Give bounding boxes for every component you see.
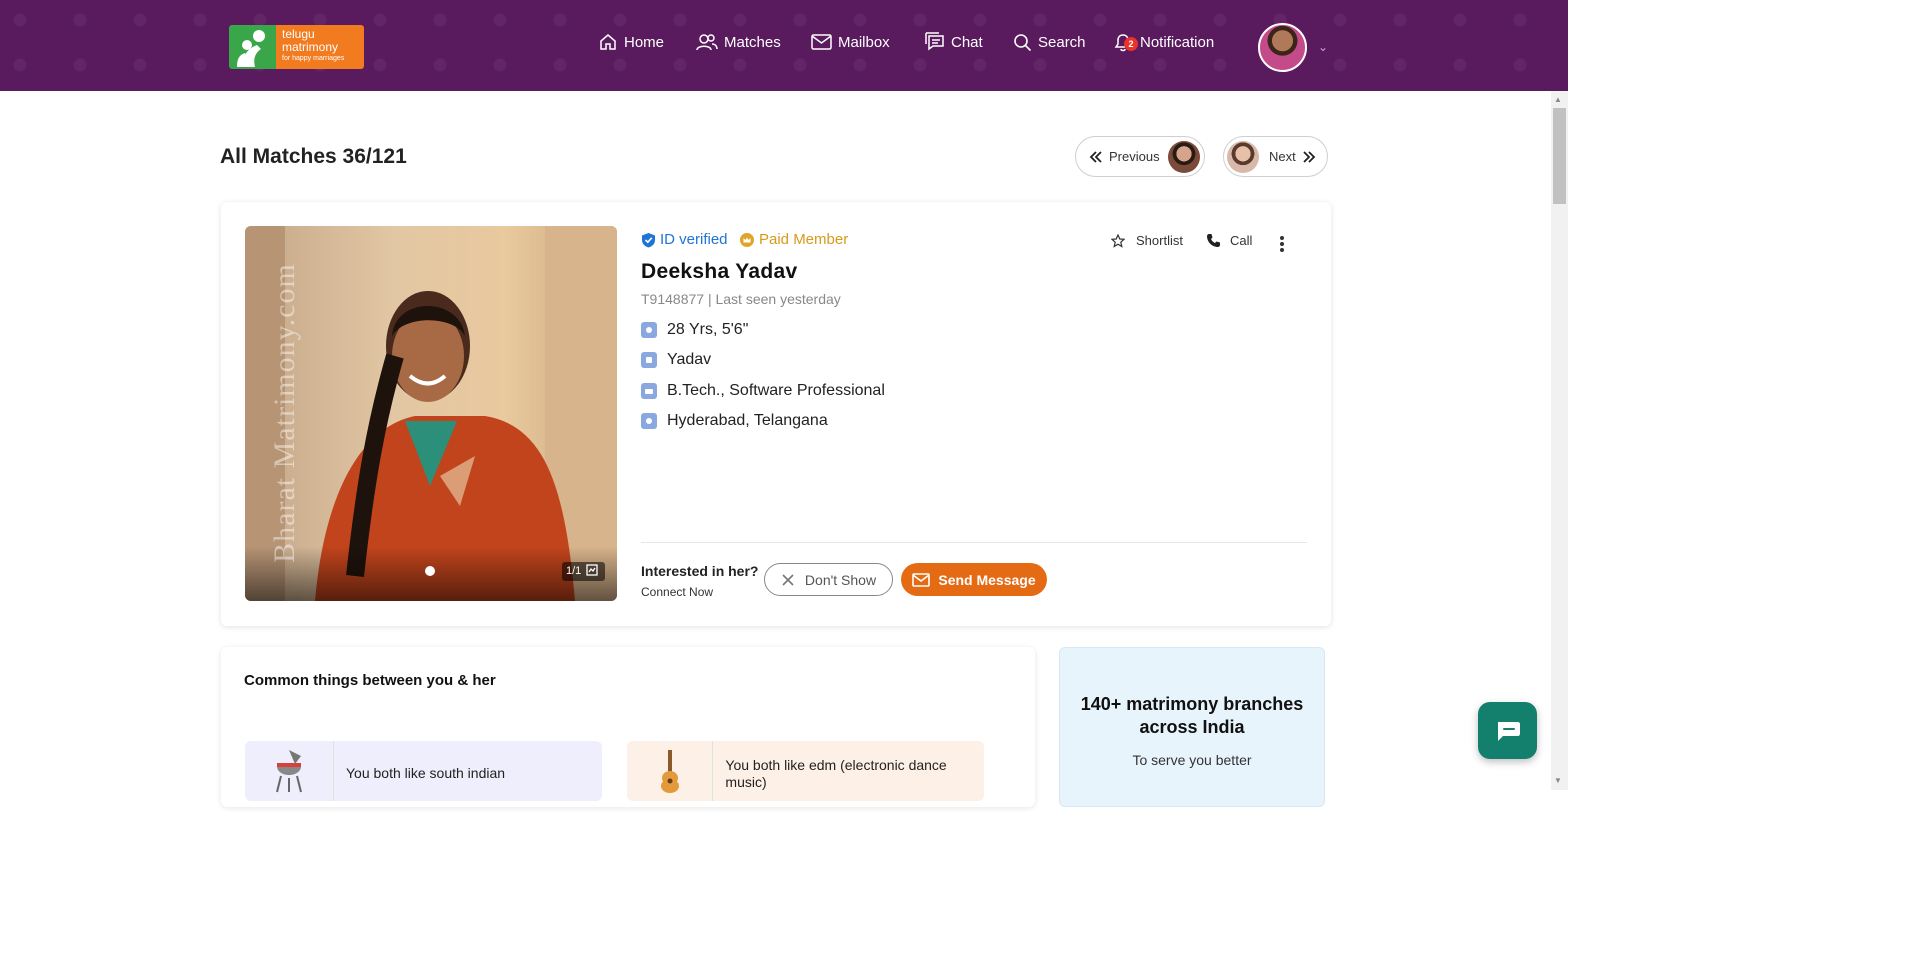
next-button[interactable]: Next: [1223, 136, 1328, 177]
nav-home-label: Home: [624, 33, 665, 51]
education-row: B.Tech., Software Professional: [641, 382, 885, 400]
logo-line2: matrimony: [282, 40, 339, 54]
common-item-music-text: You both like edm (electronic dance musi…: [725, 757, 947, 790]
paid-member-badge: Paid Member: [740, 231, 848, 248]
community-icon: [641, 352, 657, 368]
scroll-down-arrow-icon[interactable]: ▼: [1554, 776, 1562, 785]
connect-now-text: Connect Now: [641, 585, 714, 599]
branches-title: 140+ matrimony branches across India: [1080, 694, 1304, 737]
education-text: B.Tech., Software Professional: [667, 382, 885, 399]
dont-show-label: Don't Show: [804, 571, 877, 588]
previous-button[interactable]: Previous: [1075, 136, 1205, 177]
call-button[interactable]: Call: [1206, 233, 1252, 248]
age-height-row: 28 Yrs, 5'6": [641, 321, 748, 339]
profile-name: Deeksha Yadav: [641, 260, 798, 283]
next-profile-thumbnail: [1227, 140, 1259, 173]
logo-mark: [229, 25, 276, 69]
more-vertical-icon: [1280, 236, 1284, 252]
nav-search-label: Search: [1038, 33, 1086, 51]
expand-icon: [586, 564, 599, 576]
common-item-food: You both like south indian: [245, 741, 602, 801]
grill-icon: [245, 741, 334, 801]
nav-chat-label: Chat: [951, 33, 983, 51]
nav-notification[interactable]: 2 Notification: [1112, 29, 1214, 55]
chat-widget-button[interactable]: [1478, 702, 1537, 759]
double-chevron-right-icon: [1303, 150, 1316, 163]
users-icon: [696, 34, 718, 51]
paid-member-label: Paid Member: [759, 231, 849, 248]
guitar-icon: [627, 741, 714, 801]
common-item-food-text: You both like south indian: [346, 765, 506, 781]
nav-mailbox-label: Mailbox: [838, 33, 890, 51]
nav-home[interactable]: Home: [598, 29, 664, 55]
location-row: Hyderabad, Telangana: [641, 412, 828, 430]
scroll-up-arrow-icon[interactable]: ▲: [1554, 95, 1562, 104]
phone-icon: [1207, 234, 1220, 247]
logo-text: telugu matrimony for happy marriages: [276, 25, 364, 69]
chevron-down-icon[interactable]: ⌄: [1318, 40, 1328, 54]
photo-watermark: Bharat Matrimony.com: [267, 263, 301, 563]
previous-label: Previous: [1109, 149, 1160, 164]
common-item-music: You both like edm (electronic dance musi…: [627, 741, 984, 801]
nav-chat[interactable]: Chat: [924, 29, 983, 55]
card-divider: [641, 542, 1307, 543]
age-height-text: 28 Yrs, 5'6": [667, 321, 749, 338]
verified-shield-icon: [642, 232, 655, 247]
community-text: Yadav: [667, 351, 712, 368]
send-message-button[interactable]: Send Message: [901, 563, 1047, 596]
call-label: Call: [1230, 233, 1253, 248]
common-things-title: Common things between you & her: [244, 672, 496, 689]
carousel-dot[interactable]: [425, 566, 435, 576]
double-chevron-left-icon: [1089, 150, 1102, 163]
nav-matches-label: Matches: [724, 33, 781, 51]
photo-counter-label: 1/1: [566, 565, 582, 577]
page-title: All Matches 36/121: [220, 145, 407, 168]
profile-meta: T9148877 | Last seen yesterday: [641, 291, 841, 307]
chat-icon: [925, 32, 944, 51]
send-message-label: Send Message: [938, 571, 1036, 588]
dont-show-button[interactable]: Don't Show: [764, 563, 893, 596]
shortlist-button[interactable]: Shortlist: [1111, 233, 1183, 248]
nav-search[interactable]: Search: [1013, 29, 1086, 55]
search-icon: [1014, 33, 1032, 51]
mail-icon: [912, 572, 931, 587]
id-verified-label: ID verified: [660, 231, 728, 248]
scrollbar-thumb[interactable]: [1553, 108, 1566, 204]
next-label: Next: [1269, 149, 1296, 164]
nav-notification-label: Notification: [1140, 33, 1215, 51]
star-icon: [1111, 233, 1125, 248]
branches-subtitle: To serve you better: [1132, 752, 1252, 768]
chat-bubble-icon: [1497, 721, 1520, 741]
location-icon: [641, 413, 657, 429]
id-verified-badge: ID verified: [641, 231, 728, 248]
photo-counter[interactable]: 1/1: [562, 562, 605, 581]
nav-matches[interactable]: Matches: [696, 29, 781, 55]
community-row: Yadav: [641, 351, 711, 369]
logo-tagline: for happy marriages: [282, 55, 345, 62]
shortlist-label: Shortlist: [1136, 233, 1183, 248]
home-icon: [600, 34, 616, 50]
logo-line1: telugu: [282, 27, 315, 41]
mail-icon: [811, 34, 832, 50]
previous-profile-thumbnail: [1167, 140, 1200, 173]
notification-badge: 2: [1124, 37, 1138, 51]
profile-photo[interactable]: Bharat Matrimony.com: [245, 226, 617, 601]
more-options-button[interactable]: [1279, 235, 1285, 253]
interested-prompt: Interested in her?: [641, 563, 759, 579]
crown-icon: [740, 232, 754, 247]
location-text: Hyderabad, Telangana: [667, 412, 828, 429]
close-icon: [782, 573, 794, 586]
user-avatar[interactable]: [1258, 23, 1307, 72]
nav-mailbox[interactable]: Mailbox: [811, 29, 890, 55]
education-icon: [641, 383, 657, 399]
age-icon: [641, 322, 657, 338]
site-logo[interactable]: telugu matrimony for happy marriages: [229, 25, 364, 69]
